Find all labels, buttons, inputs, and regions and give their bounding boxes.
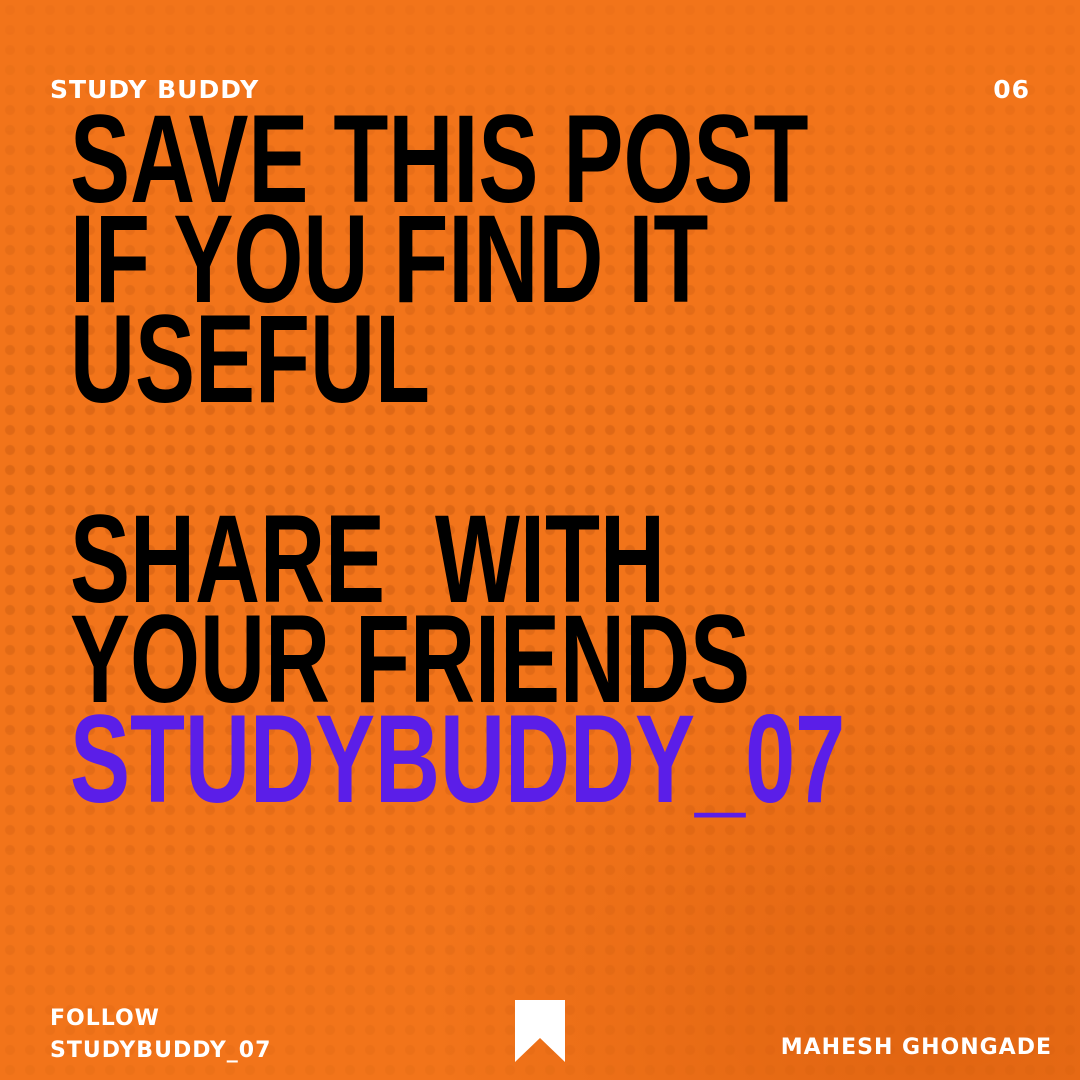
bookmark-icon[interactable] bbox=[515, 1000, 565, 1062]
follow-block[interactable]: FOLLOW STUDYBUDDY_07 bbox=[50, 1003, 271, 1067]
headline: SAVE THIS POST IF YOU FIND IT USEFUL SHA… bbox=[70, 97, 846, 829]
handle-text: STUDYBUDDY_07 bbox=[70, 690, 846, 829]
post-card: STUDY BUDDY 06 SAVE THIS POST IF YOU FIN… bbox=[0, 0, 1080, 1080]
follow-label: FOLLOW bbox=[50, 1006, 160, 1031]
follow-handle: STUDYBUDDY_07 bbox=[50, 1038, 272, 1063]
page-number: 06 bbox=[993, 75, 1030, 104]
author-name: MAHESH GHONGADE bbox=[780, 1035, 1052, 1060]
